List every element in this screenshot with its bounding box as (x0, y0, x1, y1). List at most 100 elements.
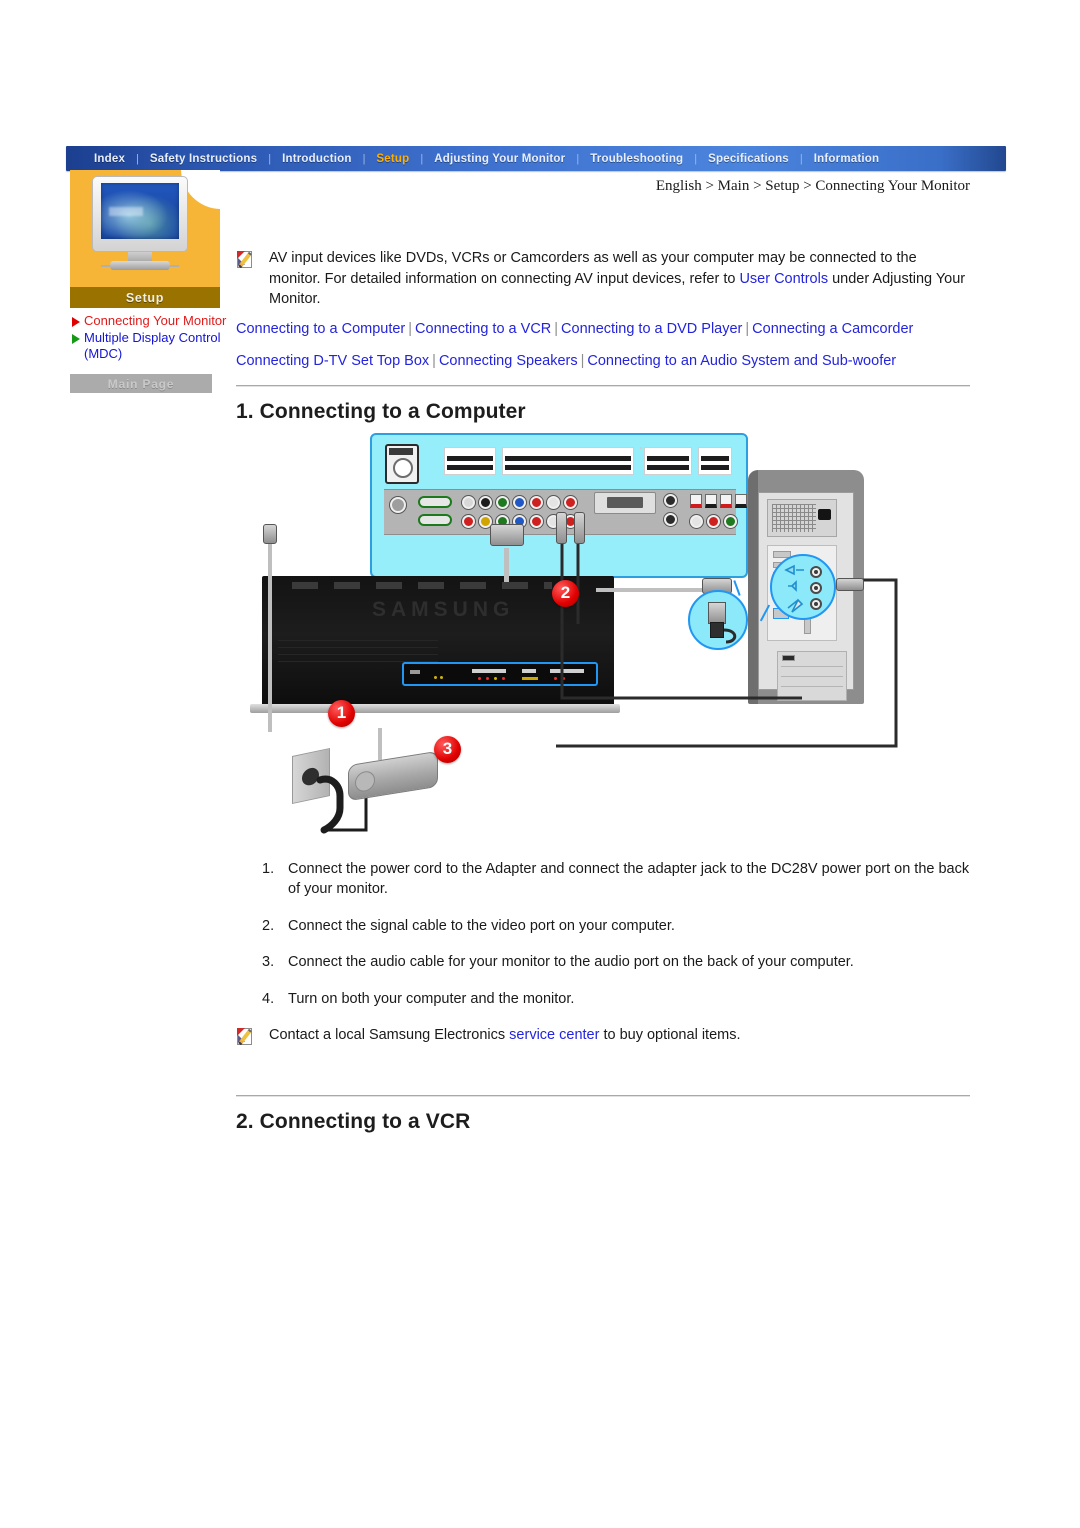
magnified-connector-body (708, 601, 726, 624)
magnifier-pc-audio-jacks (770, 553, 836, 620)
instruction-step: 3. Connect the audio cable for your moni… (262, 952, 978, 973)
topic-link-row-2: Connecting D-TV Set Top Box | Connecting S… (236, 349, 978, 374)
link-separator: | (408, 320, 413, 337)
sidebar-item-label: Multiple Display Control (MDC) (84, 330, 221, 361)
monitor-top-vents (292, 581, 552, 589)
main-content: English > Main > Setup > Connecting Your… (236, 178, 978, 1134)
intro-note-text: AV input devices like DVDs, VCRs or Camc… (269, 248, 969, 310)
magnified-cable (723, 628, 737, 643)
section-2-title: 2. Connecting to a VCR (236, 1110, 471, 1133)
link-connecting-a-camcorder[interactable]: Connecting a Camcorder (752, 321, 913, 337)
link-connecting-to-a-vcr[interactable]: Connecting to a VCR (415, 321, 551, 337)
ac-power-inlet (385, 443, 419, 484)
jack-symbols (784, 564, 804, 613)
sidebar-item-label: Connecting Your Monitor (84, 313, 227, 328)
nav-item-safety-instructions[interactable]: Safety Instructions (148, 153, 259, 165)
nav-separator: | (136, 152, 139, 165)
power-cable-to-adapter (378, 727, 382, 760)
green-triangle-bullet-icon (72, 334, 80, 344)
label-audio (640, 446, 642, 449)
sidebar-link-list: Connecting Your Monitor Multiple Display… (70, 313, 230, 362)
sidebar-section-label: Setup (125, 290, 165, 305)
instruction-step: 2. Connect the signal cable to the video… (262, 916, 978, 937)
instruction-step: 1. Connect the power cord to the Adapter… (262, 859, 978, 900)
callout-1: 1 (328, 699, 355, 727)
divider-bottom (236, 1095, 970, 1097)
nav-item-index[interactable]: Index (92, 153, 127, 165)
dc-power-plug (263, 523, 277, 544)
line-out-jack-icon (810, 565, 822, 578)
nav-item-specifications[interactable]: Specifications (706, 153, 791, 165)
dvi-video-port (594, 491, 656, 514)
link-connecting-d-tv-set-top-box[interactable]: Connecting D-TV Set Top Box (236, 353, 429, 369)
dsub-port-2 (418, 513, 452, 526)
nav-separator: | (268, 152, 272, 165)
intro-note: AV input devices like DVDs, VCRs or Camc… (236, 248, 978, 310)
label-rgb-dvi (644, 446, 692, 475)
nav-item-information[interactable]: Information (812, 153, 881, 165)
psu-power-socket (818, 508, 831, 520)
rca-plug-right (574, 511, 585, 544)
connection-diagram: SAMSUNG 1 2 3 (236, 428, 978, 833)
nav-separator: | (362, 152, 366, 165)
step-text: Turn on both your computer and the monit… (288, 990, 575, 1007)
label-av-in (444, 446, 496, 475)
link-separator: | (432, 352, 436, 369)
link-separator: | (745, 320, 750, 337)
sidebar-item-connecting-your-monitor[interactable]: Connecting Your Monitor (70, 313, 230, 329)
link-connecting-to-a-computer[interactable]: Connecting to a Computer (236, 321, 405, 337)
instruction-step-list: 1. Connect the power cord to the Adapter… (236, 859, 978, 1010)
nav-item-adjusting-your-monitor[interactable]: Adjusting Your Monitor (432, 153, 567, 165)
step-number: 4. (262, 990, 275, 1007)
speaker-terminals-top (690, 493, 747, 508)
audio-plug-pc (836, 577, 864, 591)
magnifier-dvi-connector (688, 589, 748, 650)
service-note-text-before: Contact a local Samsung Electronics (269, 1027, 510, 1043)
label-pc-audio (698, 446, 732, 475)
monitor-brand-logo: SAMSUNG (372, 597, 515, 621)
monitor-side-vents (278, 639, 438, 662)
signal-cable-vertical (504, 547, 509, 582)
service-center-note: Contact a local Samsung Electronics serv… (236, 1025, 978, 1047)
monitor-base (110, 261, 170, 270)
link-separator: | (554, 320, 559, 337)
sidebar-item-multiple-display-control[interactable]: Multiple Display Control (MDC) (70, 330, 230, 362)
section-1-title: 1. Connecting to a Computer (236, 399, 526, 423)
service-note-text-after: to buy optional items. (599, 1027, 741, 1043)
mic-jack-icon (810, 597, 822, 610)
main-page-button[interactable]: Main Page (70, 374, 212, 393)
link-separator: | (580, 352, 585, 369)
note-pencil-icon (236, 250, 257, 270)
step-number: 1. (262, 860, 275, 877)
nav-item-troubleshooting[interactable]: Troubleshooting (588, 153, 685, 165)
top-navigation-bar: Index | Safety Instructions | Introducti… (66, 146, 1006, 171)
antenna-connector (390, 496, 406, 513)
rca-jacks-top-row (462, 495, 577, 509)
step-number: 2. (262, 917, 275, 934)
dsub-port-1 (418, 495, 452, 508)
nav-separator: | (694, 152, 698, 165)
service-center-link[interactable]: service center (509, 1027, 599, 1043)
rca-plug-left (556, 511, 567, 544)
user-controls-link[interactable]: User Controls (739, 271, 828, 287)
sidebar: Setup Connecting Your Monitor Multiple D… (70, 170, 226, 393)
label-component (502, 446, 634, 475)
vga-connector-monitor (490, 523, 524, 546)
nav-item-introduction[interactable]: Introduction (280, 153, 353, 165)
callout-3: 3 (434, 735, 461, 763)
nav-separator: | (576, 152, 580, 165)
link-connecting-speakers[interactable]: Connecting Speakers (439, 353, 578, 369)
main-page-button-label: Main Page (107, 376, 175, 391)
sidebar-hero-panel: Setup (70, 170, 220, 308)
power-adapter-brick (348, 750, 438, 801)
power-cable-vertical (268, 531, 272, 732)
step-text: Connect the signal cable to the video po… (288, 917, 675, 934)
nav-separator: | (420, 152, 424, 165)
red-triangle-bullet-icon (72, 317, 80, 327)
nav-item-setup[interactable]: Setup (374, 153, 411, 165)
sidebar-section-band: Setup (70, 287, 220, 308)
link-connecting-audio-system-subwoofer[interactable]: Connecting to an Audio System and Sub-wo… (587, 353, 896, 369)
link-connecting-to-a-dvd-player[interactable]: Connecting to a DVD Player (561, 321, 742, 337)
nav-separator: | (799, 152, 803, 165)
monitor-screen (101, 183, 179, 239)
